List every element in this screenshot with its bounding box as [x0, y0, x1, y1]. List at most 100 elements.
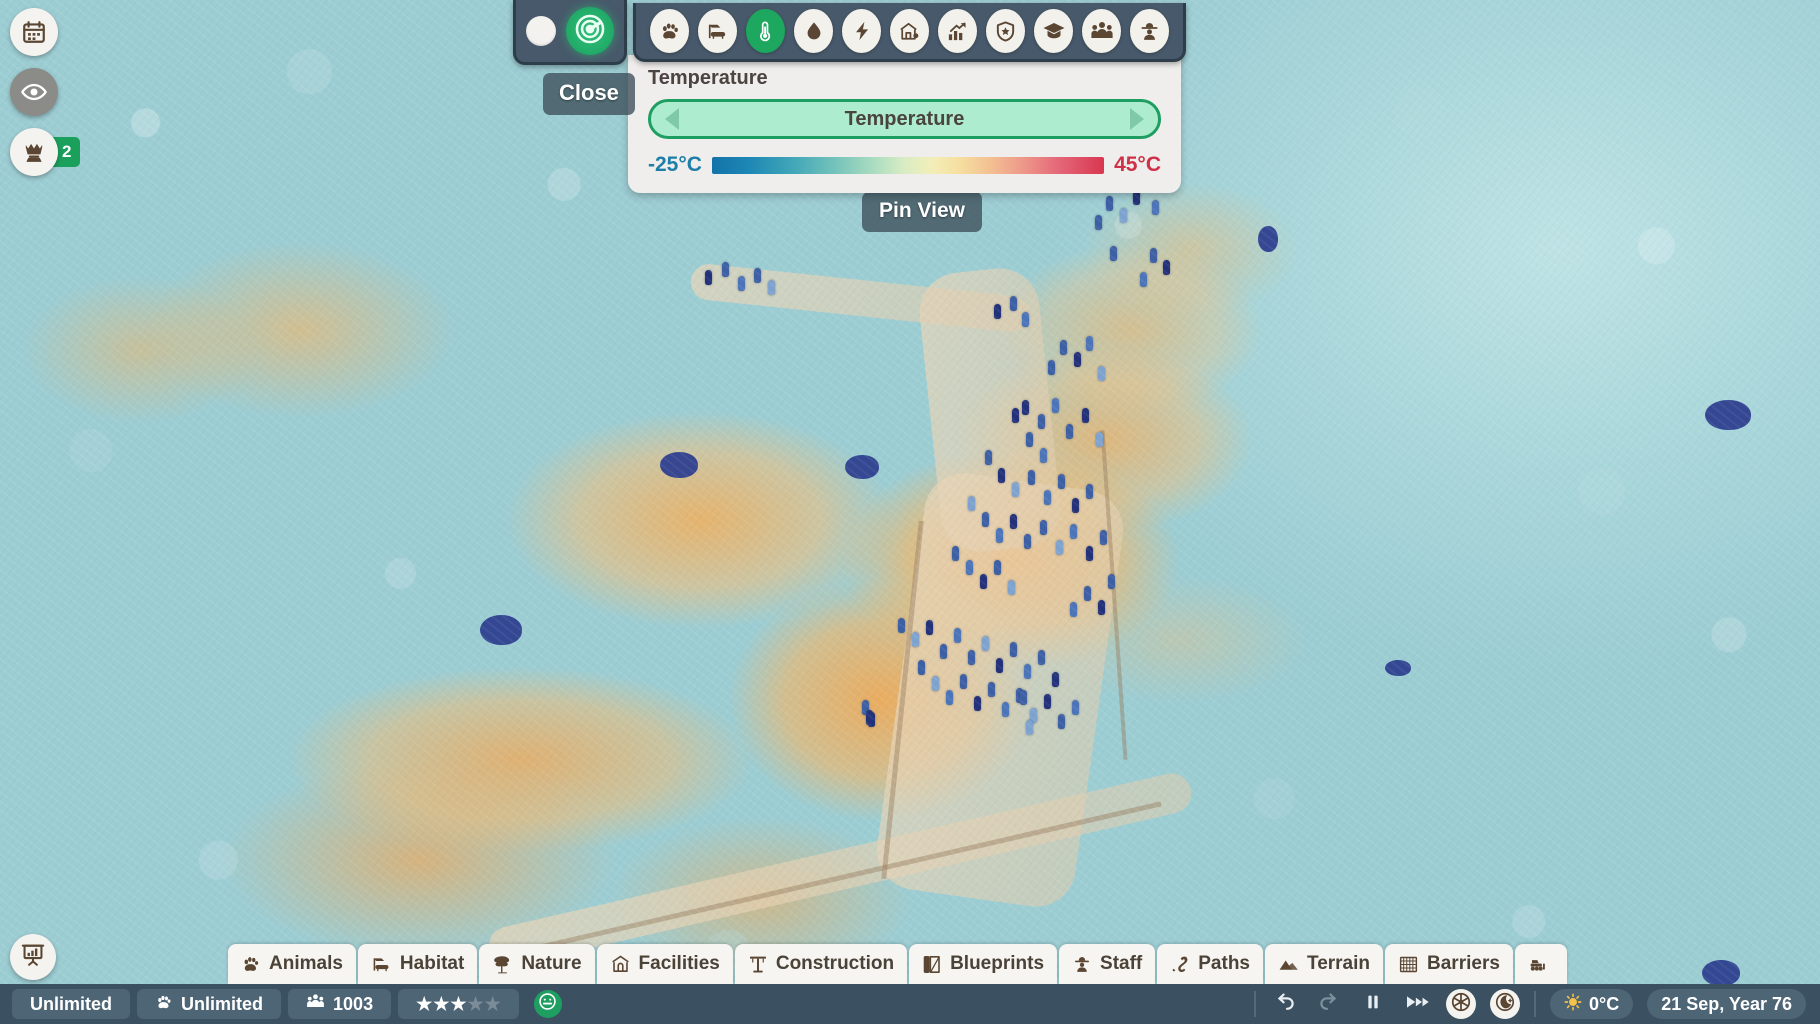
- heatmap-security[interactable]: [986, 9, 1025, 53]
- tab-label: Facilities: [639, 953, 720, 975]
- happy-face-icon: [538, 992, 557, 1016]
- guest-count-chip[interactable]: 1003: [288, 989, 391, 1019]
- tab-label: Animals: [269, 953, 343, 975]
- star-empty: ★: [468, 995, 484, 1013]
- heatmap-habitat[interactable]: [698, 9, 737, 53]
- path-segment: [872, 468, 1129, 912]
- habitat-icon: [371, 954, 392, 975]
- game-screen: 2: [0, 0, 1820, 1024]
- group-people-icon: [306, 992, 325, 1016]
- fast-forward-button[interactable]: [1402, 989, 1432, 1019]
- next-mode-arrow-icon[interactable]: [1130, 108, 1144, 130]
- heatmap-temperature[interactable]: [746, 9, 785, 53]
- heatmap-guests[interactable]: [1082, 9, 1121, 53]
- ranger-hat-icon: [1072, 954, 1092, 975]
- tab-facilities[interactable]: Facilities: [597, 944, 733, 984]
- star-empty: ★: [485, 995, 501, 1013]
- money-chip[interactable]: Unlimited: [12, 989, 130, 1019]
- tab-paths[interactable]: Paths: [1157, 944, 1263, 984]
- heatmap-buildings[interactable]: [890, 9, 929, 53]
- date-pill[interactable]: 21 Sep, Year 76: [1647, 989, 1806, 1019]
- previous-mode-arrow-icon[interactable]: [665, 108, 679, 130]
- heatmap-staff[interactable]: [1130, 9, 1169, 53]
- redo-button[interactable]: [1314, 989, 1344, 1019]
- selected-mode-label: Temperature: [651, 108, 1158, 131]
- heatmap-finance[interactable]: [938, 9, 977, 53]
- star-filled: ★: [416, 995, 432, 1013]
- redo-icon: [1317, 990, 1341, 1019]
- path-icon: [1170, 954, 1190, 975]
- heatmap-power[interactable]: [842, 9, 881, 53]
- visibility-button[interactable]: [10, 68, 58, 116]
- tab-blueprints[interactable]: Blueprints: [909, 944, 1057, 984]
- path-segment: [689, 262, 1031, 333]
- park-mood-button[interactable]: [534, 990, 562, 1018]
- path-railing: [881, 521, 924, 880]
- graduation-cap-icon: [1042, 19, 1066, 43]
- heatmap-mode-group: [513, 0, 627, 65]
- sun-icon: [1564, 993, 1582, 1016]
- date-value: 21 Sep, Year 76: [1661, 994, 1792, 1015]
- heatmap-radar-toggle[interactable]: [566, 7, 614, 55]
- tab-nature[interactable]: Nature: [479, 944, 594, 984]
- undo-button[interactable]: [1270, 989, 1300, 1019]
- heatmap-mode-selector[interactable]: Temperature: [648, 99, 1161, 139]
- thermometer-icon: [755, 20, 777, 42]
- bulldozer-icon: [1526, 954, 1548, 974]
- panel-title: Temperature: [648, 67, 1161, 90]
- radar-icon: [573, 12, 607, 51]
- path-railing: [1100, 430, 1127, 759]
- tab-label: Staff: [1100, 953, 1142, 975]
- calendar-button[interactable]: [10, 8, 58, 56]
- facility-icon: [610, 954, 631, 975]
- pause-button[interactable]: [1358, 989, 1388, 1019]
- heatmap-animals[interactable]: [650, 9, 689, 53]
- temperature-scale: -25°C 45°C: [648, 153, 1161, 177]
- temperature-value: 0°C: [1589, 994, 1619, 1015]
- tab-animals[interactable]: Animals: [228, 944, 356, 984]
- tab-terrain[interactable]: Terrain: [1265, 944, 1383, 984]
- separator: [1534, 991, 1536, 1017]
- tree-icon: [492, 954, 513, 975]
- path-segment: [916, 264, 1065, 555]
- tab-staff[interactable]: Staff: [1059, 944, 1155, 984]
- scale-max-label: 45°C: [1114, 153, 1161, 177]
- heatmap-water[interactable]: [794, 9, 833, 53]
- tab-label: Nature: [521, 953, 581, 975]
- weather-cycle-button[interactable]: [1446, 989, 1476, 1019]
- conservation-value: Unlimited: [181, 994, 263, 1015]
- tab-barriers[interactable]: Barriers: [1385, 944, 1513, 984]
- money-value: Unlimited: [30, 994, 112, 1015]
- pin-view-button[interactable]: Pin View: [862, 192, 982, 232]
- group-people-icon: [1090, 19, 1114, 43]
- tab-habitat[interactable]: Habitat: [358, 944, 477, 984]
- blueprint-icon: [922, 954, 942, 975]
- tab-construction[interactable]: Construction: [735, 944, 907, 984]
- animal-marker: [660, 452, 698, 478]
- pause-icon: [1363, 992, 1383, 1017]
- tab-label: Construction: [776, 953, 894, 975]
- star-filled: ★: [450, 995, 466, 1013]
- mountain-icon: [1278, 954, 1299, 975]
- tab-label: Barriers: [1427, 953, 1500, 975]
- heatmap-education[interactable]: [1034, 9, 1073, 53]
- shield-star-icon: [994, 20, 1017, 43]
- presentation-chart-icon: [20, 942, 46, 973]
- close-button[interactable]: Close: [543, 73, 635, 115]
- heatmap-off-toggle[interactable]: [526, 16, 556, 46]
- day-night-cycle-button[interactable]: [1490, 989, 1520, 1019]
- conservation-credits-chip[interactable]: Unlimited: [137, 989, 281, 1019]
- bottom-navigation: Animals Habitat Nature: [0, 942, 1820, 984]
- tab-demolish[interactable]: [1515, 944, 1567, 984]
- paw-icon: [241, 954, 261, 974]
- weather-temperature-pill[interactable]: 0°C: [1550, 989, 1633, 1019]
- statistics-map-button[interactable]: [10, 934, 56, 980]
- path-railing: [478, 801, 1161, 963]
- tab-label: Blueprints: [950, 953, 1044, 975]
- eye-icon: [20, 78, 48, 106]
- separator: [1254, 991, 1256, 1017]
- undo-icon: [1273, 990, 1297, 1019]
- objectives-button[interactable]: 2: [10, 128, 58, 176]
- tab-label: Terrain: [1307, 953, 1370, 975]
- park-rating-chip[interactable]: ★ ★ ★ ★ ★: [398, 989, 519, 1019]
